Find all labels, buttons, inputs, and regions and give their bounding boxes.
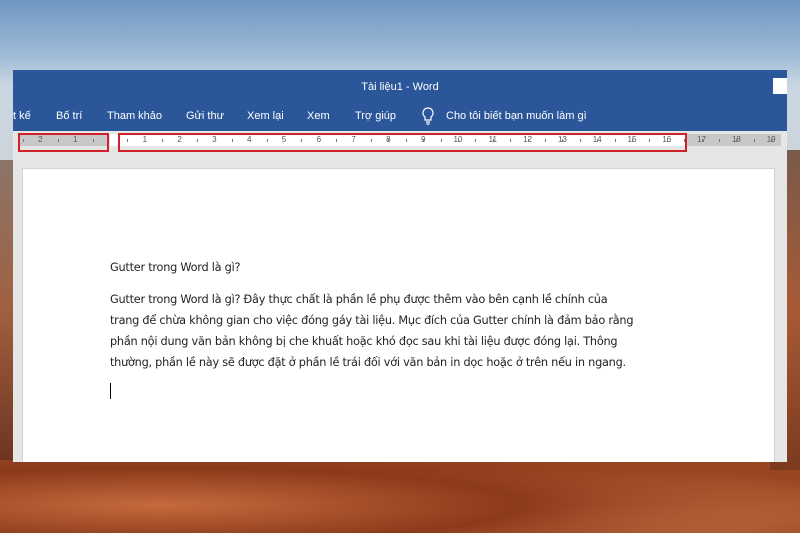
tab-mailings[interactable]: Gửi thư	[186, 110, 224, 122]
ruler-tick	[701, 139, 703, 142]
paragraph-line: Gutter trong Word là gì? Đây thực chất l…	[110, 293, 608, 306]
text-cursor	[110, 383, 111, 399]
tab-layout[interactable]: Bố trí	[56, 110, 82, 122]
desktop-background-rock	[0, 160, 14, 460]
paragraph-line: trang để chừa không gian cho việc đóng g…	[110, 314, 634, 327]
ruler-tick	[719, 139, 720, 142]
document-body[interactable]: Gutter trong Word là gì? Gutter trong Wo…	[110, 257, 634, 399]
tab-references[interactable]: Tham khảo	[107, 110, 162, 122]
tab-view[interactable]: Xem	[307, 110, 330, 122]
horizontal-ruler[interactable]: 2112345678910111213141516171819	[13, 131, 787, 152]
text-area-highlight-box	[118, 133, 687, 152]
gutter-highlight-box	[18, 133, 109, 152]
account-button[interactable]	[773, 78, 787, 94]
lightbulb-icon[interactable]	[421, 107, 435, 125]
tab-review[interactable]: Xem lại	[247, 110, 284, 122]
ruler-tick	[753, 139, 755, 142]
word-window: Tài liệu1 - Word t kế Bố trí Tham khảo G…	[13, 70, 787, 462]
ruler-tick	[771, 139, 773, 142]
tab-design[interactable]: t kế	[13, 110, 31, 122]
document-page[interactable]: Gutter trong Word là gì? Gutter trong Wo…	[22, 168, 775, 462]
tab-help[interactable]: Trợ giúp	[355, 110, 396, 122]
paragraph-line: thường, phần lề này sẽ được đặt ở phần l…	[110, 356, 626, 369]
paragraph-line: phần nội dung văn bản không bị che khuất…	[110, 335, 618, 348]
document-heading: Gutter trong Word là gì?	[110, 261, 241, 274]
ribbon-tabs: t kế Bố trí Tham khảo Gửi thư Xem lại Xe…	[13, 102, 787, 131]
tell-me-search[interactable]: Cho tôi biết bạn muốn làm gì	[446, 110, 587, 122]
title-bar: Tài liệu1 - Word	[13, 70, 787, 102]
window-title: Tài liệu1 - Word	[361, 81, 439, 93]
ruler-tick	[736, 139, 738, 142]
